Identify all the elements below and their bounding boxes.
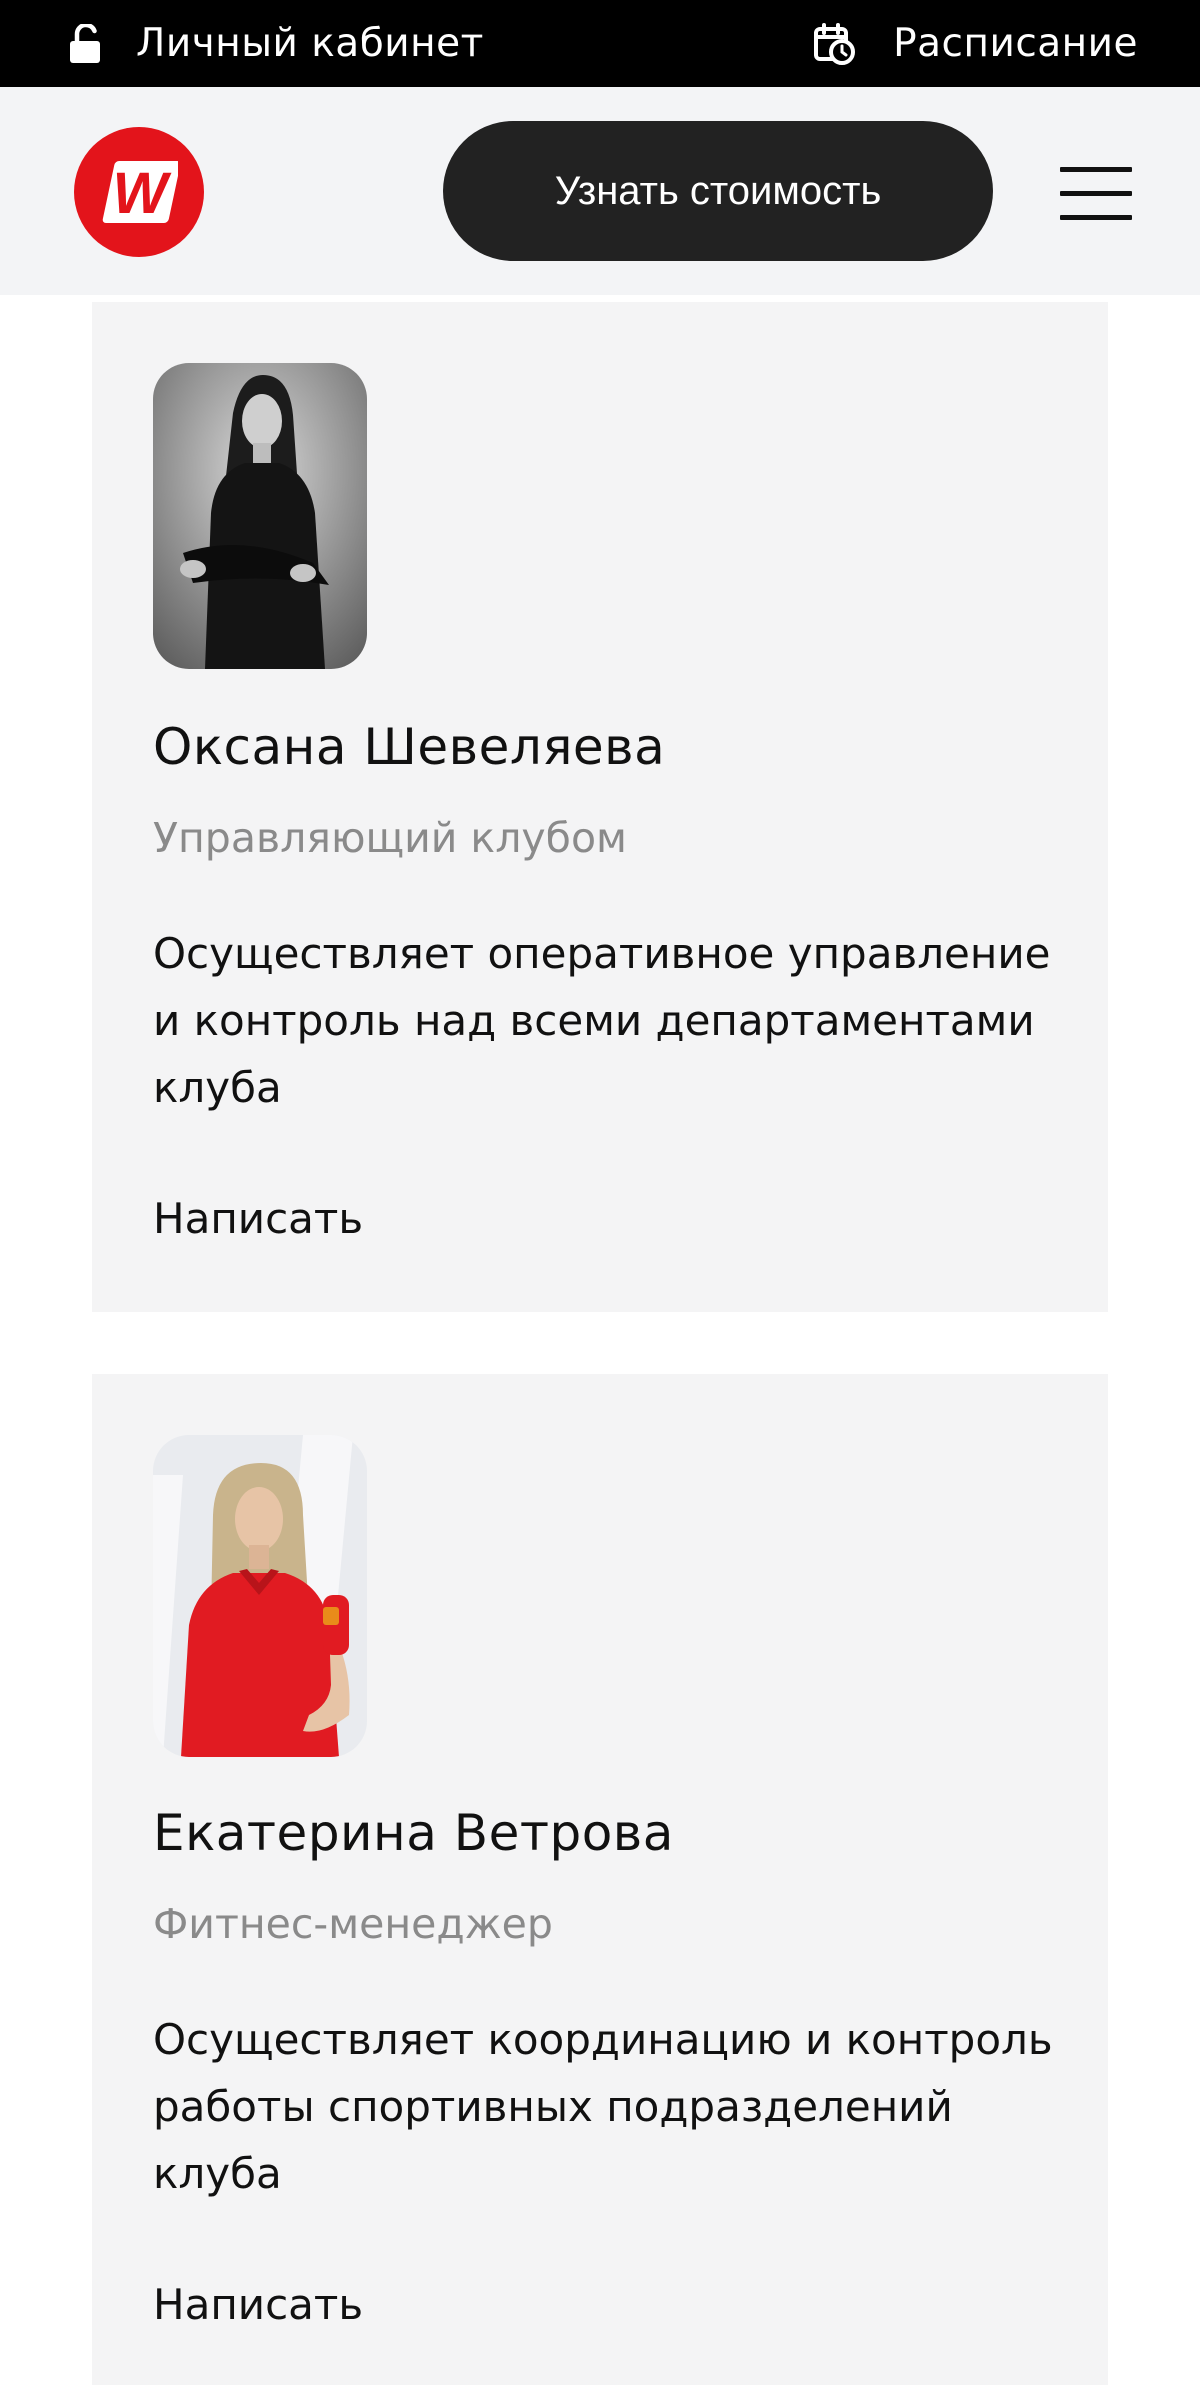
w-logo-icon: W [102, 161, 178, 226]
write-message-link[interactable]: Написать [153, 2280, 363, 2329]
schedule-label: Расписание [893, 21, 1138, 66]
staff-card: Оксана Шевеляева Управляющий клубом Осущ… [92, 302, 1108, 1312]
staff-name: Екатерина Ветрова [153, 1804, 674, 1862]
staff-card: Екатерина Ветрова Фитнес-менеджер Осущес… [92, 1374, 1108, 2385]
write-message-link[interactable]: Написать [153, 1194, 363, 1243]
lock-icon [68, 23, 104, 64]
calendar-clock-icon [813, 22, 856, 65]
staff-description: Осуществляет оперативное управление и ко… [153, 929, 1051, 1112]
staff-photo [153, 363, 367, 669]
staff-role: Управляющий клубом [153, 814, 627, 862]
staff-description: Осуществляет координацию и контроль рабо… [153, 2015, 1053, 2198]
brand-logo[interactable]: W [74, 127, 204, 257]
hamburger-menu-icon[interactable] [1060, 167, 1132, 221]
svg-text:W: W [113, 161, 172, 226]
account-link[interactable]: Личный кабинет [68, 0, 484, 87]
get-price-button[interactable]: Узнать стоимость [443, 121, 993, 261]
schedule-link[interactable]: Расписание [813, 0, 1138, 87]
site-header: W Узнать стоимость [0, 87, 1200, 295]
top-bar: Личный кабинет Расписание [0, 0, 1200, 87]
staff-photo [153, 1435, 367, 1757]
staff-name: Оксана Шевеляева [153, 718, 666, 776]
account-label: Личный кабинет [136, 21, 484, 66]
staff-role: Фитнес-менеджер [153, 1900, 553, 1948]
